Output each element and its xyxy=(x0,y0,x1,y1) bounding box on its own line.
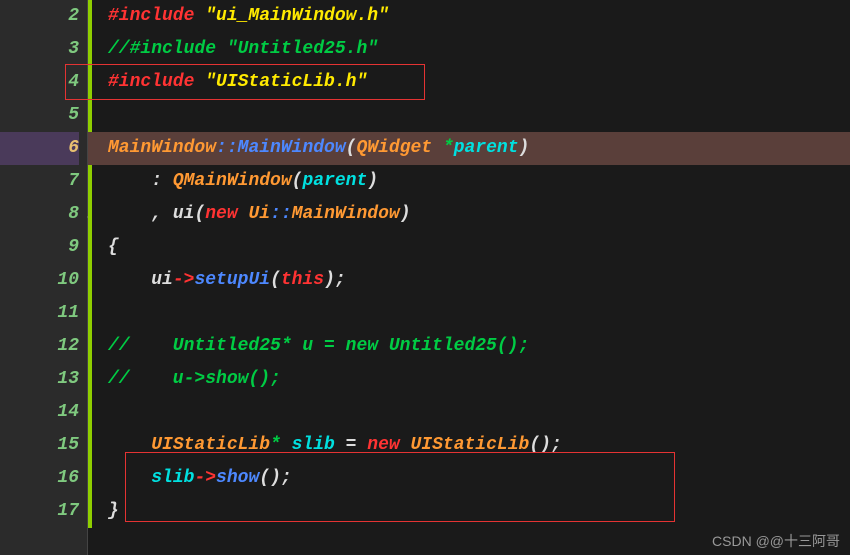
code-line[interactable] xyxy=(108,396,850,429)
line-number-current[interactable]: 6 xyxy=(0,132,79,165)
code-editor: 2 3 4 5 6 7 8▼ 9 10 11 12 13 14 15 16 17… xyxy=(0,0,850,555)
code-area[interactable]: #include "ui_MainWindow.h" //#include "U… xyxy=(88,0,850,555)
line-number[interactable]: 7 xyxy=(0,165,79,198)
watermark: CSDN @@十三阿哥 xyxy=(712,531,840,551)
line-number[interactable]: 15 xyxy=(0,429,79,462)
code-line[interactable] xyxy=(108,99,850,132)
line-number[interactable]: 9 xyxy=(0,231,79,264)
code-line[interactable]: #include "UIStaticLib.h" xyxy=(108,66,850,99)
line-number[interactable]: 4 xyxy=(0,66,79,99)
code-line[interactable]: #include "ui_MainWindow.h" xyxy=(108,0,850,33)
line-number[interactable]: 14 xyxy=(0,396,79,429)
line-number[interactable]: 11 xyxy=(0,297,79,330)
line-number[interactable]: 16 xyxy=(0,462,79,495)
code-line[interactable]: UIStaticLib* slib = new UIStaticLib(); xyxy=(108,429,850,462)
line-number[interactable]: 2 xyxy=(0,0,79,33)
code-line[interactable]: slib->show(); xyxy=(108,462,850,495)
code-line[interactable]: { xyxy=(108,231,850,264)
line-number[interactable]: 13 xyxy=(0,363,79,396)
code-line[interactable]: , ui(new Ui::MainWindow) xyxy=(108,198,850,231)
code-line[interactable]: : QMainWindow(parent) xyxy=(108,165,850,198)
line-number[interactable]: 12 xyxy=(0,330,79,363)
code-line[interactable]: ui->setupUi(this); xyxy=(108,264,850,297)
code-line[interactable]: } xyxy=(108,495,850,528)
line-number[interactable]: 5 xyxy=(0,99,79,132)
code-line[interactable]: // u->show(); xyxy=(108,363,850,396)
code-line-current[interactable]: MainWindow::MainWindow(QWidget *parent) xyxy=(88,132,850,165)
line-number[interactable]: 17 xyxy=(0,495,79,528)
line-number[interactable]: 3 xyxy=(0,33,79,66)
code-line[interactable] xyxy=(108,297,850,330)
line-number[interactable]: 10 xyxy=(0,264,79,297)
line-number[interactable]: 8▼ xyxy=(0,198,79,231)
change-marker xyxy=(88,0,92,132)
code-line[interactable]: //#include "Untitled25.h" xyxy=(108,33,850,66)
line-number-gutter: 2 3 4 5 6 7 8▼ 9 10 11 12 13 14 15 16 17 xyxy=(0,0,88,555)
change-marker xyxy=(88,165,92,528)
code-line[interactable]: // Untitled25* u = new Untitled25(); xyxy=(108,330,850,363)
